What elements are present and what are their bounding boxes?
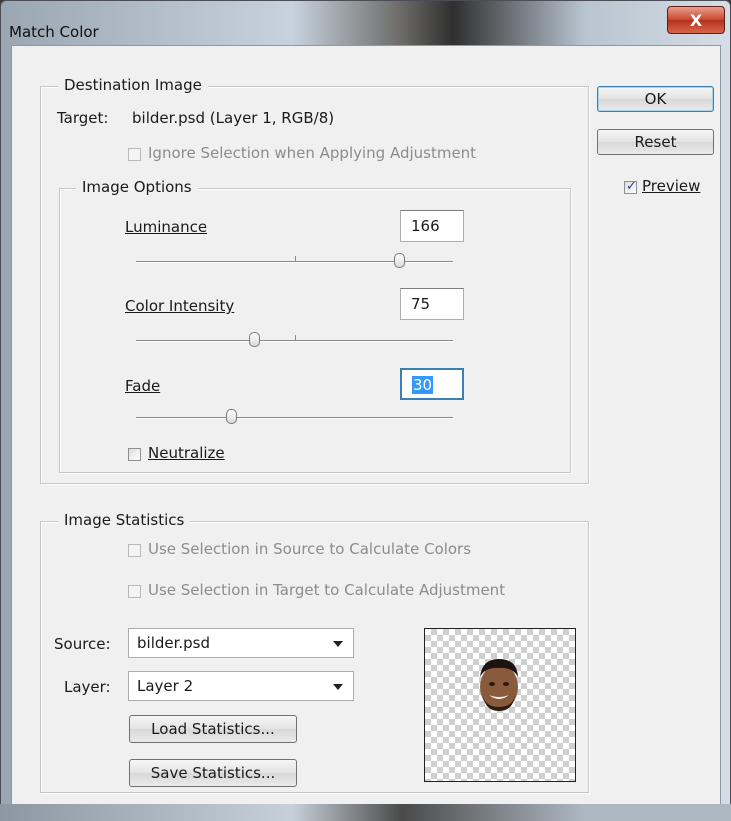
use-selection-target-label: Use Selection in Target to Calculate Adj… <box>148 581 506 599</box>
neutralize-label-text: Neutralize <box>148 444 225 462</box>
color-intensity-label-text: Color Intensity <box>125 297 235 315</box>
window-frame-bottom <box>0 804 731 821</box>
image-statistics-legend: Image Statistics <box>58 511 191 529</box>
neutralize-label: Neutralize <box>148 444 225 462</box>
ignore-selection-checkbox[interactable] <box>128 148 141 161</box>
image-options-legend: Image Options <box>76 178 198 196</box>
ok-button[interactable]: OK <box>597 86 714 112</box>
neutralize-checkbox[interactable] <box>128 448 141 461</box>
match-color-window: Match Color X OK Reset Preview Destinati… <box>0 0 731 821</box>
save-statistics-button[interactable]: Save Statistics... <box>129 759 297 787</box>
luminance-label: Luminance <box>125 218 207 236</box>
source-preview-thumbnail <box>424 628 576 782</box>
load-statistics-button[interactable]: Load Statistics... <box>129 715 297 743</box>
title-bar[interactable]: Match Color X <box>1 1 730 45</box>
color-intensity-label: Color Intensity <box>125 297 234 315</box>
destination-image-legend: Destination Image <box>58 76 208 94</box>
source-dropdown-value: bilder.psd <box>137 634 211 652</box>
use-selection-source-checkbox[interactable] <box>128 544 141 557</box>
fade-slider-thumb[interactable] <box>226 409 238 424</box>
preview-checkbox[interactable] <box>624 179 637 194</box>
fade-label: Fade <box>125 377 160 395</box>
window-title: Match Color <box>9 23 99 41</box>
luminance-slider-tick <box>295 256 296 261</box>
chevron-down-icon <box>333 641 343 647</box>
layer-dropdown[interactable]: Layer 2 <box>128 671 354 701</box>
color-intensity-value: 75 <box>411 295 431 313</box>
color-intensity-slider-thumb[interactable] <box>248 332 260 347</box>
reset-button[interactable]: Reset <box>597 129 714 155</box>
load-statistics-label: Load Statistics... <box>151 720 275 738</box>
target-label: Target: <box>57 109 109 127</box>
target-value: bilder.psd (Layer 1, RGB/8) <box>132 109 335 127</box>
preview-label: Preview <box>642 177 700 195</box>
color-intensity-input[interactable]: 75 <box>400 288 464 320</box>
fade-label-text: Fade <box>125 377 161 395</box>
source-label: Source: <box>54 635 111 653</box>
layer-dropdown-value: Layer 2 <box>137 677 194 695</box>
use-selection-target-checkbox[interactable] <box>128 585 141 598</box>
luminance-slider-thumb[interactable] <box>393 253 405 268</box>
fade-input[interactable]: 30 <box>400 368 464 400</box>
face-thumbnail-icon <box>480 659 518 711</box>
fade-slider-track[interactable] <box>136 417 453 419</box>
color-intensity-slider-tick <box>295 335 296 340</box>
fade-value: 30 <box>412 376 434 394</box>
close-button[interactable]: X <box>667 6 725 34</box>
ok-button-label: OK <box>644 90 667 108</box>
color-intensity-slider-track[interactable] <box>136 340 453 342</box>
ignore-selection-label: Ignore Selection when Applying Adjustmen… <box>148 144 477 162</box>
reset-button-label: Reset <box>634 133 677 151</box>
source-dropdown[interactable]: bilder.psd <box>128 628 354 658</box>
luminance-value: 166 <box>411 217 440 235</box>
luminance-label-text: Luminance <box>125 218 208 236</box>
luminance-slider-track[interactable] <box>136 261 453 263</box>
dialog-body: OK Reset Preview Destination Image Targe… <box>11 45 721 805</box>
layer-label: Layer: <box>64 678 111 696</box>
save-statistics-label: Save Statistics... <box>150 764 276 782</box>
close-icon: X <box>689 10 703 30</box>
use-selection-source-label: Use Selection in Source to Calculate Col… <box>148 540 472 558</box>
chevron-down-icon <box>333 684 343 690</box>
preview-label-text: Preview <box>642 177 701 195</box>
luminance-input[interactable]: 166 <box>400 210 464 242</box>
